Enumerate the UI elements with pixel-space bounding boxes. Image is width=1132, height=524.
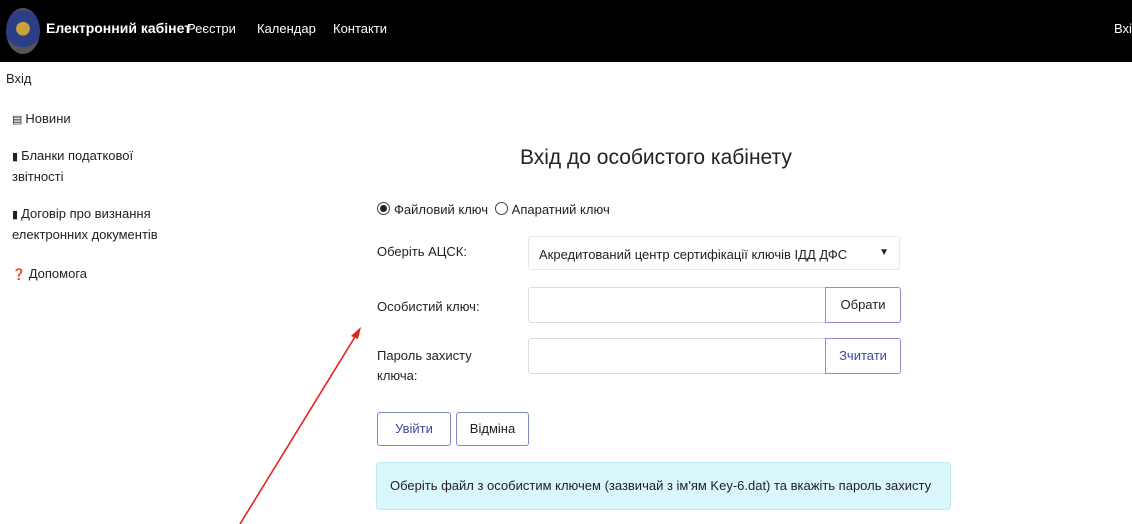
annotation-arrow-icon [239,327,361,524]
